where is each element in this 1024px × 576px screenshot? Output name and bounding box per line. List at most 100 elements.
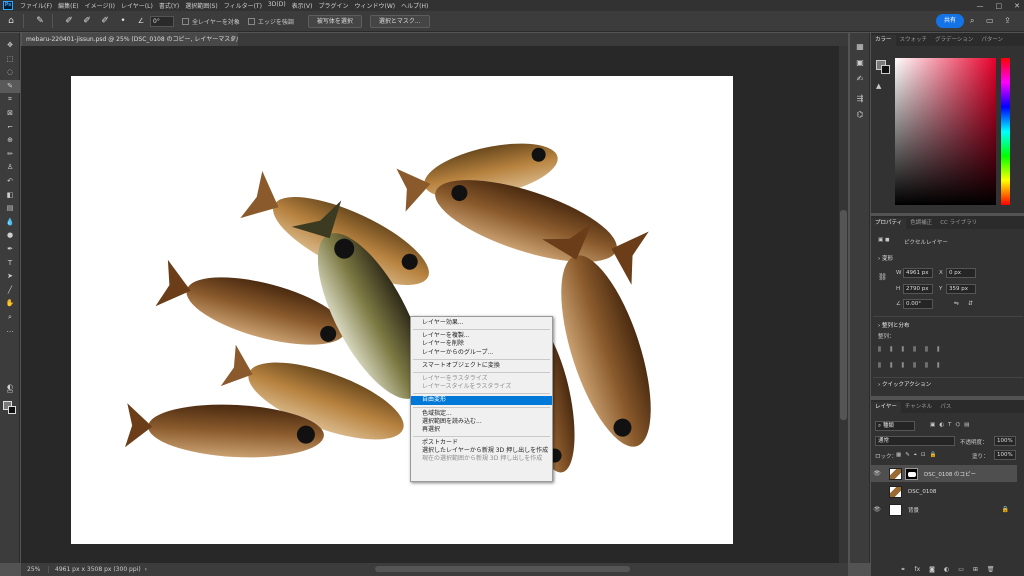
layer-row[interactable]: 👁 DSC_0108 のコピー <box>871 465 1017 482</box>
new-layer-icon[interactable]: ⊞ <box>973 566 978 573</box>
properties-panel-tab[interactable]: 色調補正 <box>906 218 936 229</box>
blend-mode-select[interactable]: 通常 <box>875 436 955 446</box>
screen-mode-icon[interactable]: ▭ <box>0 385 20 399</box>
move-tool-icon[interactable]: ✥ <box>0 39 20 53</box>
close-tab-icon[interactable]: × <box>230 33 235 46</box>
link-layers-icon[interactable]: ⚭ <box>900 566 905 573</box>
home-icon[interactable]: ⌂ <box>4 14 18 28</box>
context-menu-item[interactable]: 再選択 <box>411 426 552 434</box>
vertical-scroll-thumb[interactable] <box>840 210 847 420</box>
quick-selection-tool-icon[interactable]: ✎ <box>0 79 20 94</box>
lock-icons[interactable]: ▦✎⌖⊡🔒 <box>896 452 940 459</box>
delete-layer-icon[interactable]: 🗑 <box>987 566 995 573</box>
enhance-edge-checkbox[interactable]: エッジを強調 <box>247 17 294 26</box>
distribute-buttons[interactable]: ⫼⫼⫼⫼⫼⫼ <box>878 362 949 370</box>
color-panel-background[interactable] <box>881 65 890 74</box>
hand-tool-icon[interactable]: ✋ <box>0 297 20 311</box>
color-picker-field[interactable] <box>895 58 996 205</box>
fill-input[interactable]: 100% <box>994 450 1016 460</box>
height-input[interactable]: 2790 px <box>903 284 933 294</box>
select-and-mask-button[interactable]: 選択とマスク... <box>369 14 430 28</box>
adjustments-panel-icon[interactable]: ⇶ <box>850 91 870 107</box>
zoom-tool-icon[interactable]: ⌕ <box>0 311 20 325</box>
opacity-input[interactable]: 100% <box>994 436 1016 446</box>
context-menu-item[interactable]: レイヤーからのグループ... <box>411 349 552 357</box>
select-subject-button[interactable]: 被写体を選択 <box>307 14 362 28</box>
flip-vertical-icon[interactable]: ⇵ <box>968 300 973 307</box>
menu-item[interactable]: ヘルプ(H) <box>398 1 431 10</box>
menu-item[interactable]: 選択範囲(S) <box>182 1 221 10</box>
layers-panel-tab[interactable]: チャンネル <box>901 402 936 413</box>
checkbox-box[interactable] <box>247 17 255 25</box>
add-selection-icon[interactable]: ✐ <box>80 14 94 28</box>
type-tool-icon[interactable]: T <box>0 257 20 271</box>
color-panel-tab[interactable]: カラー <box>871 35 896 46</box>
layer-row[interactable]: 👁 背景 🔒 <box>871 501 1017 518</box>
menu-item[interactable]: イメージ(I) <box>82 1 118 10</box>
crop-tool-icon[interactable]: ⌗ <box>0 93 20 107</box>
share-doc-icon[interactable]: ⇪ <box>1004 14 1011 28</box>
lasso-tool-icon[interactable]: ◌ <box>0 66 20 80</box>
brush-tool-icon[interactable]: ✏ <box>0 148 20 162</box>
group-icon[interactable]: ▭ <box>958 566 964 573</box>
y-input[interactable]: 359 px <box>946 284 976 294</box>
context-menu-item[interactable]: 選択範囲を読み込む... <box>411 418 552 426</box>
frame-tool-icon[interactable]: ⊠ <box>0 107 20 121</box>
menu-item[interactable]: ファイル(F) <box>17 1 55 10</box>
color-panel-tab[interactable]: グラデーション <box>931 35 977 46</box>
quick-select-tool-icon[interactable]: ✎ <box>33 14 47 28</box>
context-menu-item[interactable]: 色域指定... <box>411 410 552 418</box>
lock-icon[interactable]: 🔒 <box>1002 506 1009 513</box>
color-panel-tab[interactable]: パターン <box>977 35 1007 46</box>
eyedropper-tool-icon[interactable]: ⌐ <box>0 121 20 135</box>
context-menu-item[interactable]: レイヤー効果... <box>411 319 552 327</box>
layers-panel-tab[interactable]: パス <box>936 402 955 413</box>
menu-item[interactable]: 書式(Y) <box>156 1 182 10</box>
checkbox-box[interactable] <box>182 17 189 25</box>
context-menu-item[interactable]: スマートオブジェクトに変換 <box>411 362 552 370</box>
blur-tool-icon[interactable]: 💧 <box>0 216 20 230</box>
layer-name[interactable]: 背景 <box>908 506 919 514</box>
properties-panel-tab[interactable]: CC ライブラリ <box>936 218 981 229</box>
zoom-level[interactable]: 25% <box>21 566 49 573</box>
layer-row[interactable]: DSC_0108 <box>871 483 1017 500</box>
more-tools-icon[interactable]: … <box>0 324 20 338</box>
layer-thumbnail[interactable] <box>889 467 902 480</box>
healing-brush-tool-icon[interactable]: ⊕ <box>0 134 20 148</box>
align-buttons[interactable]: ⫼⫼⫼⫼⫼⫼ <box>878 346 949 354</box>
share-button[interactable]: 共有 <box>936 14 964 28</box>
close-icon[interactable]: ✕ <box>1014 2 1020 10</box>
layer-thumbnail[interactable] <box>889 503 902 516</box>
menu-item[interactable]: フィルター(T) <box>221 1 265 10</box>
subtract-selection-icon[interactable]: ✐ <box>98 14 112 28</box>
filter-kind-select[interactable]: ⌕ 種類 <box>875 421 915 431</box>
status-expand-icon[interactable]: › <box>145 566 147 573</box>
layer-thumbnail[interactable] <box>889 485 902 498</box>
add-mask-icon[interactable]: ◙ <box>929 566 935 573</box>
comment-panel-icon[interactable]: ▣ <box>850 55 870 71</box>
menu-item[interactable]: ウィンドウ(W) <box>351 1 398 10</box>
gradient-tool-icon[interactable]: ▤ <box>0 202 20 216</box>
rotation-input[interactable]: 0.00° <box>903 299 933 309</box>
menu-item[interactable]: 編集(E) <box>55 1 81 10</box>
layer-style-icon[interactable]: fx <box>914 566 920 573</box>
visibility-eye-icon[interactable]: 👁 <box>871 506 883 513</box>
menu-item[interactable]: 3D(D) <box>265 1 289 10</box>
layers-panel-tab[interactable]: レイヤー <box>871 402 901 413</box>
clone-stamp-tool-icon[interactable]: ♙ <box>0 161 20 175</box>
menu-item[interactable]: レイヤー(L) <box>118 1 156 10</box>
link-dimensions-icon[interactable]: ⛓ <box>878 273 887 281</box>
color-panel-tab[interactable]: スウォッチ <box>896 35 932 46</box>
width-input[interactable]: 4961 px <box>903 268 933 278</box>
angle-input[interactable]: 0° <box>150 15 174 27</box>
marquee-tool-icon[interactable]: ⬚ <box>0 53 20 67</box>
flip-horizontal-icon[interactable]: ⇋ <box>954 300 959 307</box>
eraser-tool-icon[interactable]: ◧ <box>0 189 20 203</box>
document-canvas[interactable] <box>71 76 733 544</box>
x-input[interactable]: 0 px <box>946 268 976 278</box>
paths-panel-icon[interactable]: ⌬ <box>850 107 870 123</box>
maximize-icon[interactable]: □ <box>996 2 1003 10</box>
pen-tool-icon[interactable]: ✒ <box>0 243 20 257</box>
adjustment-layer-icon[interactable]: ◐ <box>944 566 949 573</box>
background-color-swatch[interactable] <box>8 406 16 414</box>
